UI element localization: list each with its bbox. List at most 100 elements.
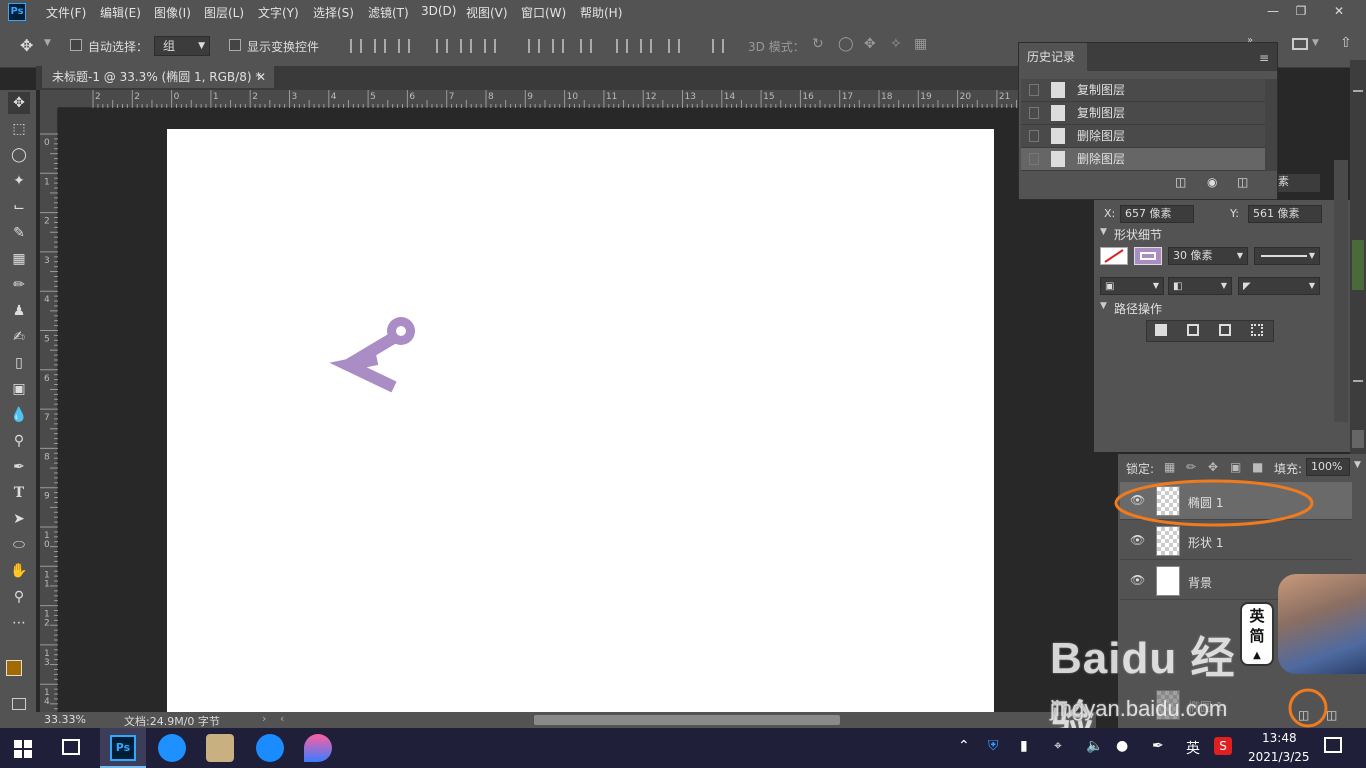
windows-start-icon[interactable] bbox=[14, 740, 32, 758]
close-icon[interactable]: ✕ bbox=[1328, 2, 1350, 20]
qq-icon[interactable]: ● bbox=[1116, 738, 1128, 754]
menu-window[interactable]: 窗口(W) bbox=[521, 4, 566, 21]
pen-icon[interactable]: ✒ bbox=[1152, 738, 1164, 754]
history-scrollbar[interactable] bbox=[1265, 79, 1277, 171]
3d-orbit-icon[interactable]: ↻ bbox=[812, 36, 824, 52]
subtract-shape-icon[interactable] bbox=[1187, 324, 1199, 336]
cap-dropdown[interactable]: ◧ ▼ bbox=[1168, 277, 1232, 295]
zoom-level[interactable]: 33.33% bbox=[44, 713, 86, 726]
volume-icon[interactable]: 🔈 bbox=[1086, 738, 1103, 754]
more-tools-icon[interactable]: ⋯ bbox=[8, 612, 30, 634]
lock-all-icon[interactable]: ■ bbox=[1252, 460, 1263, 474]
foreground-color-swatch[interactable] bbox=[6, 660, 22, 676]
chevron-up-icon[interactable]: ⌃ bbox=[958, 738, 970, 754]
lock-position-icon[interactable]: ✥ bbox=[1208, 460, 1218, 474]
menu-filter[interactable]: 滤镜(T) bbox=[368, 4, 409, 21]
close-tab-icon[interactable]: ✕ bbox=[256, 66, 266, 88]
menu-select[interactable]: 选择(S) bbox=[313, 4, 354, 21]
menu-help[interactable]: 帮助(H) bbox=[580, 4, 622, 21]
3d-pan-icon[interactable]: ✥ bbox=[864, 36, 876, 52]
history-item-selected[interactable]: 删除图层 bbox=[1021, 148, 1265, 171]
photo-app-icon[interactable] bbox=[206, 734, 234, 762]
move-tool-icon[interactable]: ✥ bbox=[20, 36, 33, 55]
history-item[interactable]: 复制图层 bbox=[1021, 102, 1265, 125]
menu-image[interactable]: 图像(I) bbox=[154, 4, 191, 21]
dodge-tool-icon[interactable]: ⚲ bbox=[8, 430, 30, 452]
distribute-hcenter-icon[interactable] bbox=[640, 39, 652, 53]
menu-lines-icon[interactable] bbox=[1353, 380, 1363, 382]
stroke-width-input[interactable]: 30 像素 ▼ bbox=[1168, 247, 1248, 265]
3d-slide-icon[interactable]: ✧ bbox=[890, 36, 902, 52]
restore-icon[interactable]: ❐ bbox=[1290, 2, 1312, 20]
history-item[interactable]: 删除图层 bbox=[1021, 125, 1265, 148]
lock-artboard-icon[interactable]: ▣ bbox=[1230, 460, 1241, 474]
align-stroke-dropdown[interactable]: ▣ ▼ bbox=[1100, 277, 1164, 295]
history-brush-tool-icon[interactable]: ✍ bbox=[8, 326, 30, 348]
3d-camera-icon[interactable]: ▦ bbox=[914, 36, 927, 52]
taskbar-photoshop-active[interactable]: Ps bbox=[100, 728, 146, 768]
quick-mask-icon[interactable] bbox=[12, 698, 26, 710]
combine-shapes-icon[interactable] bbox=[1155, 324, 1167, 336]
status-arrow-icon[interactable]: › bbox=[262, 712, 266, 725]
menu-type[interactable]: 文字(Y) bbox=[258, 4, 299, 21]
auto-select-checkbox[interactable] bbox=[70, 39, 82, 51]
menu-layer[interactable]: 图层(L) bbox=[204, 4, 244, 21]
menu-lines-icon[interactable] bbox=[1353, 90, 1363, 92]
properties-scrollbar[interactable] bbox=[1334, 160, 1348, 422]
eye-icon[interactable]: 👁 bbox=[1130, 573, 1145, 587]
align-left-icon[interactable] bbox=[436, 39, 448, 53]
gradient-tool-icon[interactable]: ▣ bbox=[8, 378, 30, 400]
align-bottom-icon[interactable] bbox=[398, 39, 410, 53]
hand-tool-icon[interactable]: ✋ bbox=[8, 560, 30, 582]
path-select-tool-icon[interactable]: ➤ bbox=[8, 508, 30, 530]
distribute-vcenter-icon[interactable] bbox=[552, 39, 564, 53]
x-input[interactable]: 657 像素 bbox=[1120, 205, 1194, 223]
minimize-icon[interactable]: — bbox=[1262, 2, 1284, 20]
auto-align-icon[interactable] bbox=[712, 39, 724, 53]
lasso-tool-icon[interactable]: ◯ bbox=[8, 144, 30, 166]
new-document-from-state-icon[interactable]: ◫ bbox=[1175, 175, 1186, 189]
battery-icon[interactable]: ▮ bbox=[1020, 738, 1028, 754]
distribute-bottom-icon[interactable] bbox=[580, 39, 592, 53]
layer-name[interactable]: 形状 1 bbox=[1188, 534, 1223, 551]
fill-input[interactable]: 100% bbox=[1306, 458, 1350, 476]
distribute-right-icon[interactable] bbox=[668, 39, 680, 53]
sogou-ime-icon[interactable]: S bbox=[1214, 737, 1232, 755]
partial-field[interactable]: 素 bbox=[1274, 174, 1320, 192]
brush-tool-icon[interactable]: ✏ bbox=[8, 274, 30, 296]
marquee-tool-icon[interactable]: ⬚ bbox=[8, 118, 30, 140]
align-vcenter-icon[interactable] bbox=[374, 39, 386, 53]
language-indicator[interactable]: 英 bbox=[1186, 738, 1200, 758]
browser-icon[interactable] bbox=[256, 734, 284, 762]
horizontal-scrollbar[interactable] bbox=[534, 715, 840, 725]
layer-name[interactable]: 背景 bbox=[1188, 574, 1212, 591]
align-top-icon[interactable] bbox=[350, 39, 362, 53]
intersect-shapes-icon[interactable] bbox=[1219, 324, 1231, 336]
chevron-down-icon[interactable]: ▼ bbox=[44, 38, 51, 48]
share-icon[interactable]: ⇧ bbox=[1340, 35, 1352, 51]
show-transform-checkbox[interactable] bbox=[229, 39, 241, 51]
zoom-tool-icon[interactable]: ⚲ bbox=[8, 586, 30, 608]
history-tab[interactable]: 历史记录 bbox=[1019, 43, 1087, 71]
distribute-left-icon[interactable] bbox=[616, 39, 628, 53]
collapse-icon[interactable]: » bbox=[1247, 35, 1253, 46]
auto-select-dropdown[interactable]: 组 ▼ bbox=[154, 36, 210, 56]
join-dropdown[interactable]: ◤ ▼ bbox=[1238, 277, 1320, 295]
menu-edit[interactable]: 编辑(E) bbox=[100, 4, 141, 21]
exclude-shapes-icon[interactable] bbox=[1251, 324, 1263, 336]
scroll-left-icon[interactable]: ‹ bbox=[280, 712, 284, 725]
clock-date[interactable]: 2021/3/25 bbox=[1248, 750, 1310, 764]
eyedropper-tool-icon[interactable]: ✎ bbox=[8, 222, 30, 244]
eraser-tool-icon[interactable]: ▯ bbox=[8, 352, 30, 374]
fill-swatch[interactable] bbox=[1100, 247, 1128, 265]
align-right-icon[interactable] bbox=[484, 39, 496, 53]
menu-file[interactable]: 文件(F) bbox=[46, 4, 86, 21]
panel-menu-icon[interactable]: ≡ bbox=[1259, 51, 1269, 65]
3d-roll-icon[interactable]: ◯ bbox=[838, 36, 854, 52]
history-item[interactable]: 复制图层 bbox=[1021, 79, 1265, 102]
stamp-tool-icon[interactable]: ♟ bbox=[8, 300, 30, 322]
distribute-top-icon[interactable] bbox=[528, 39, 540, 53]
stroke-type-dropdown[interactable]: ▼ bbox=[1254, 247, 1320, 265]
ie-browser-icon[interactable] bbox=[158, 734, 186, 762]
trash-icon[interactable]: ◫ bbox=[1237, 175, 1248, 189]
